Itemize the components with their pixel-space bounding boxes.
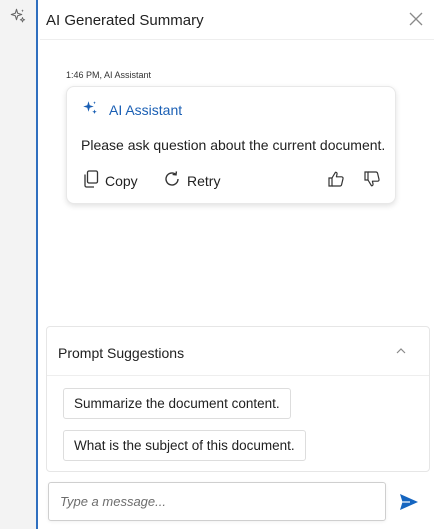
message-timestamp: 1:46 PM, AI Assistant [66,70,152,80]
sparkle-icon [81,99,99,122]
copy-icon [83,170,99,191]
panel-title: AI Generated Summary [46,12,204,29]
retry-button[interactable]: Retry [163,170,220,191]
retry-icon [163,170,181,191]
message-text: Please ask question about the current do… [81,137,386,153]
prompt-suggestions-header[interactable]: Prompt Suggestions [47,327,429,376]
message-actions: Copy Retry [83,170,381,190]
summary-panel: AI Generated Summary 1:46 PM, AI Assista… [40,0,434,529]
panel-header: AI Generated Summary [40,0,434,40]
close-icon[interactable] [408,11,424,27]
thumbs-up-icon[interactable] [327,170,345,188]
message-author: AI Assistant [81,100,182,120]
message-input[interactable] [49,483,385,520]
suggestion-chip[interactable]: Summarize the document content. [63,388,291,419]
chevron-up-icon[interactable] [395,345,407,357]
prompt-suggestions-title: Prompt Suggestions [58,345,185,361]
retry-label: Retry [187,172,221,189]
prompt-suggestions: Prompt Suggestions Summarize the documen… [46,326,430,472]
copy-button[interactable]: Copy [83,170,138,191]
message-composer [48,482,386,521]
send-icon[interactable] [398,492,420,512]
suggestion-chip[interactable]: What is the subject of this document. [63,430,306,461]
assistant-message-card: AI Assistant Please ask question about t… [66,86,396,204]
thumbs-down-icon[interactable] [363,170,381,188]
sparkle-icon[interactable] [8,6,28,26]
author-name: AI Assistant [109,102,183,118]
left-rail [0,0,38,529]
copy-label: Copy [105,172,138,189]
